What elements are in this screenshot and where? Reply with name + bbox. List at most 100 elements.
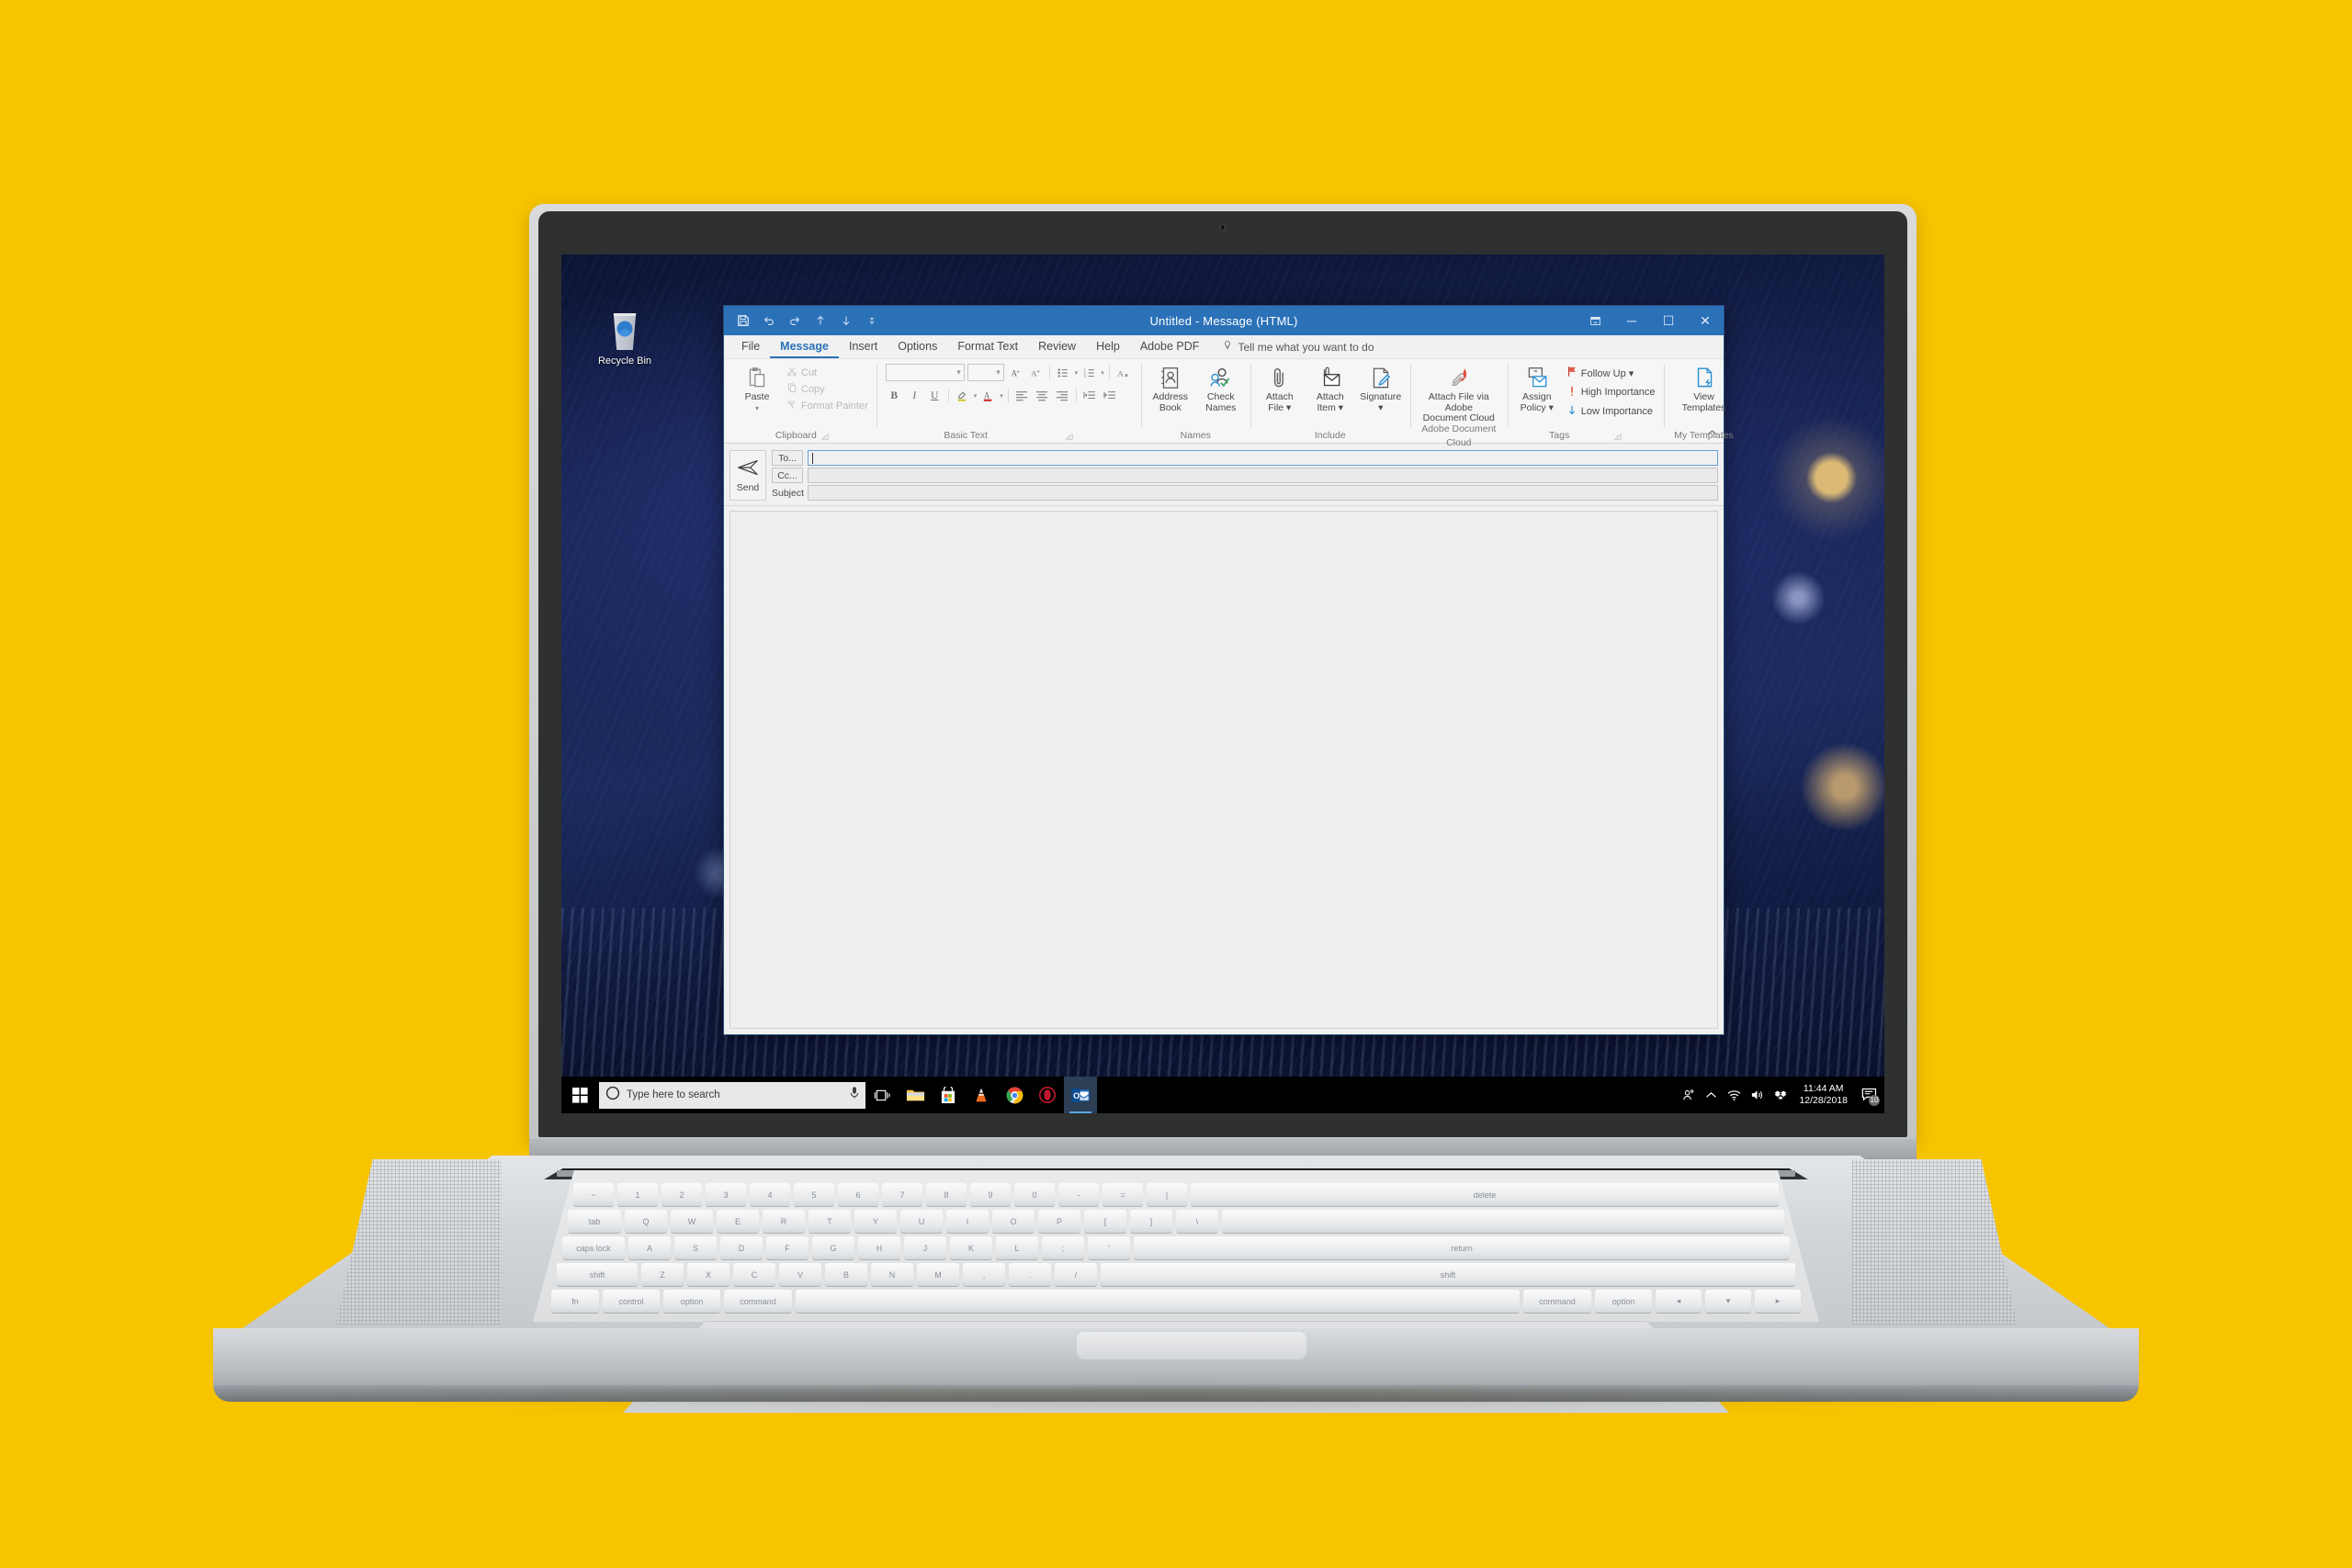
include-label-text: Include xyxy=(1314,430,1346,441)
taskbar-clock[interactable]: 11:44 AM 12/28/2018 xyxy=(1792,1077,1855,1113)
tab-help[interactable]: Help xyxy=(1086,335,1130,358)
ribbon-group-include: Attach File ▾ Attach Item ▾ Signature ▾ … xyxy=(1250,359,1410,443)
tab-file[interactable]: File xyxy=(731,335,770,358)
taskbar-icon-vlc[interactable] xyxy=(965,1077,998,1113)
attach-item-button[interactable]: Attach Item ▾ xyxy=(1306,362,1355,413)
tab-message[interactable]: Message xyxy=(770,335,839,358)
paste-dropdown-icon[interactable]: ▾ xyxy=(755,403,759,414)
redo-icon[interactable] xyxy=(783,310,807,332)
ribbon-group-basic-text: ▾ ▾ A A ▾ 123 ▾ A B I U ▾ A ▾ Basic Text xyxy=(876,359,1141,443)
close-button[interactable]: ✕ xyxy=(1687,306,1724,335)
cut-label: Cut xyxy=(801,367,818,378)
search-input[interactable]: Type here to search xyxy=(599,1081,865,1109)
grow-font-icon[interactable]: A xyxy=(1007,364,1024,381)
show-hidden-icons-icon[interactable] xyxy=(1700,1077,1723,1113)
address-book-button[interactable]: Address Book xyxy=(1146,362,1195,413)
maximize-button[interactable]: ☐ xyxy=(1650,306,1687,335)
center-icon[interactable] xyxy=(1034,387,1051,404)
low-importance-button[interactable]: Low Importance xyxy=(1563,403,1659,420)
tags-small-buttons: Follow Up ▾ High Importance Low Importan… xyxy=(1563,362,1659,420)
to-button[interactable]: To... xyxy=(772,450,803,466)
font-color-dropdown-icon[interactable]: ▾ xyxy=(1000,392,1003,400)
group-label-basic-text: Basic Text xyxy=(886,429,1132,443)
cut-button[interactable]: Cut xyxy=(783,365,872,380)
check-names-button[interactable]: Check Names xyxy=(1196,362,1246,413)
tab-adobe-pdf[interactable]: Adobe PDF xyxy=(1130,335,1210,358)
message-body-editor[interactable] xyxy=(729,511,1718,1029)
keyboard-row-numbers: ~ 1 2 3 4 5 6 7 8 9 0 - = | delete xyxy=(573,1183,1779,1206)
increase-indent-icon[interactable] xyxy=(1102,387,1119,404)
format-painter-button[interactable]: Format Painter xyxy=(783,398,872,413)
save-icon[interactable] xyxy=(731,310,755,332)
high-importance-icon xyxy=(1566,385,1577,400)
people-icon[interactable] xyxy=(1677,1077,1700,1113)
action-center-icon[interactable]: 10 xyxy=(1855,1077,1883,1113)
task-view-button[interactable] xyxy=(865,1077,899,1113)
tell-me-search[interactable]: Tell me what you want to do xyxy=(1222,335,1374,358)
cc-button[interactable]: Cc... xyxy=(772,468,803,483)
font-color-icon[interactable]: A xyxy=(979,387,997,404)
text-highlight-color-icon[interactable] xyxy=(954,387,971,404)
clipboard-label-text: Clipboard xyxy=(775,430,817,441)
tab-options[interactable]: Options xyxy=(888,335,947,358)
decrease-indent-icon[interactable] xyxy=(1081,387,1099,404)
bullets-icon[interactable] xyxy=(1055,364,1072,381)
group-label-clipboard: Clipboard xyxy=(732,429,872,443)
start-button[interactable] xyxy=(561,1077,598,1113)
send-button[interactable]: Send xyxy=(729,450,766,501)
bullets-dropdown-icon[interactable]: ▾ xyxy=(1075,369,1079,377)
next-item-icon[interactable] xyxy=(834,310,858,332)
clear-formatting-icon[interactable]: A xyxy=(1114,364,1132,381)
undo-icon[interactable] xyxy=(757,310,781,332)
font-size-combo[interactable]: ▾ xyxy=(967,364,1004,381)
compose-header: Send To... Cc... Subject xyxy=(724,444,1724,506)
paste-icon xyxy=(745,365,769,392)
underline-button[interactable]: U xyxy=(926,387,944,404)
attach-file-button[interactable]: Attach File ▾ xyxy=(1255,362,1305,413)
tags-dialog-launcher-icon[interactable] xyxy=(1613,432,1622,440)
copy-button[interactable]: Copy xyxy=(783,381,872,397)
microphone-icon[interactable] xyxy=(849,1086,860,1104)
basic-text-dialog-launcher-icon[interactable] xyxy=(1065,432,1073,440)
dropbox-icon[interactable] xyxy=(1769,1077,1792,1113)
taskbar-icon-chrome[interactable] xyxy=(998,1077,1031,1113)
to-input[interactable] xyxy=(808,450,1718,466)
follow-up-button[interactable]: Follow Up ▾ xyxy=(1563,365,1659,381)
outlook-compose-window: Untitled - Message (HTML) ─ ☐ ✕ File Mes… xyxy=(723,305,1734,1035)
volume-icon[interactable] xyxy=(1746,1077,1769,1113)
cc-input[interactable] xyxy=(808,468,1718,483)
align-left-icon[interactable] xyxy=(1013,387,1031,404)
taskbar-icon-microsoft-store[interactable] xyxy=(932,1077,965,1113)
signature-button[interactable]: Signature ▾ xyxy=(1356,362,1406,413)
previous-item-icon[interactable] xyxy=(808,310,832,332)
tab-insert[interactable]: Insert xyxy=(839,335,888,358)
minimize-button[interactable]: ─ xyxy=(1613,306,1650,335)
numbering-dropdown-icon[interactable]: ▾ xyxy=(1101,369,1104,377)
customize-quick-access-icon[interactable] xyxy=(860,310,884,332)
wifi-icon[interactable] xyxy=(1723,1077,1746,1113)
font-name-combo[interactable]: ▾ xyxy=(885,364,965,381)
align-right-icon[interactable] xyxy=(1054,387,1071,404)
tab-review[interactable]: Review xyxy=(1028,335,1086,358)
ribbon-display-options-icon[interactable] xyxy=(1577,306,1613,335)
collapse-ribbon-icon[interactable] xyxy=(1706,428,1718,440)
subject-input[interactable] xyxy=(808,485,1718,501)
window-titlebar[interactable]: Untitled - Message (HTML) ─ ☐ ✕ xyxy=(724,306,1724,335)
paste-button[interactable]: Paste ▾ xyxy=(732,362,782,413)
high-importance-button[interactable]: High Importance xyxy=(1563,384,1659,400)
highlight-dropdown-icon[interactable]: ▾ xyxy=(974,392,978,400)
taskbar-icon-file-explorer[interactable] xyxy=(899,1077,932,1113)
shrink-font-icon[interactable]: A xyxy=(1027,364,1045,381)
numbering-icon[interactable]: 123 xyxy=(1080,364,1098,381)
ribbon-group-clipboard: Paste ▾ Cut Copy Format Painter Clipboar… xyxy=(728,359,876,443)
attach-file-via-adobe-button[interactable]: Attach File via Adobe Document Cloud xyxy=(1415,362,1503,424)
assign-policy-button[interactable]: Assign Policy ▾ xyxy=(1512,362,1562,413)
desktop-icon-recycle-bin[interactable]: Recycle Bin xyxy=(585,313,664,367)
view-templates-button[interactable]: View Templates xyxy=(1668,362,1740,413)
italic-button[interactable]: I xyxy=(906,387,923,404)
taskbar-icon-opera-gx[interactable] xyxy=(1031,1077,1064,1113)
tab-format-text[interactable]: Format Text xyxy=(947,335,1028,358)
bold-button[interactable]: B xyxy=(886,387,903,404)
taskbar-icon-outlook[interactable]: O xyxy=(1064,1077,1097,1113)
clipboard-dialog-launcher-icon[interactable] xyxy=(820,432,829,440)
